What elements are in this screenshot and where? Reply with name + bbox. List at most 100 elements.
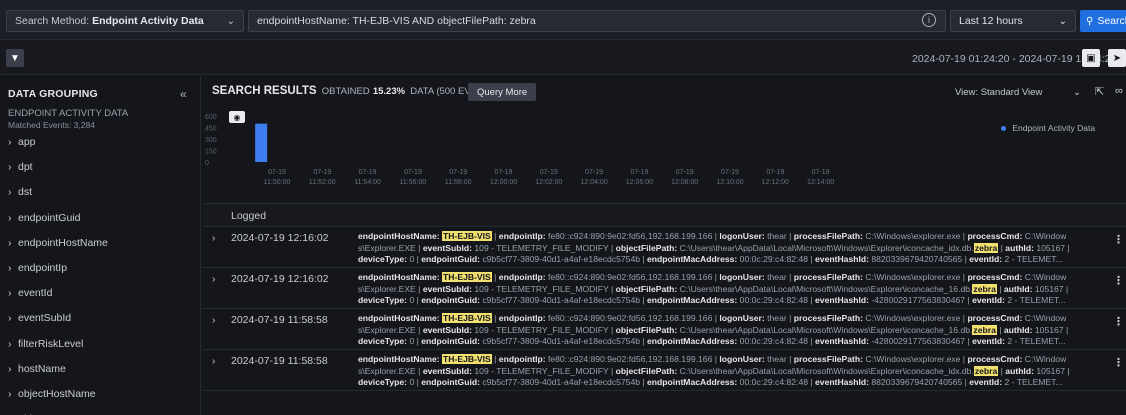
search-icon: ⚲: [1086, 15, 1094, 27]
histogram-svg: 0 150 300 450 600 07-19 11:50:00 07-19 11:52:00 0…: [205, 114, 834, 186]
collapse-sidebar-icon[interactable]: «: [180, 87, 187, 101]
search-highlight: zebra: [972, 283, 997, 294]
sidebar-item-app[interactable]: › app: [8, 136, 36, 148]
row-detail: endpointHostName: TH-EJB-VIS | endpointI…: [358, 231, 1103, 266]
search-method-prefix: Search Method:: [15, 15, 90, 27]
field-key: endpointMacAddress:: [647, 377, 740, 388]
time-range-select[interactable]: Last 12 hours ⌄: [950, 10, 1076, 32]
row-timestamp: 2024-07-19 11:58:58: [231, 314, 328, 326]
link-icon[interactable]: ∞: [1115, 85, 1123, 97]
filter-icon[interactable]: ▼: [6, 49, 24, 67]
field-key: eventSubId:: [422, 365, 475, 376]
query-more-button[interactable]: Query More: [468, 83, 537, 101]
field-key: eventHashId:: [815, 254, 872, 265]
field-value: -4280029177563830467 |: [871, 336, 973, 347]
table-row[interactable]: › 2024-07-19 12:16:02 endpointHostName: TH…: [203, 227, 1126, 268]
x-tick-date: 07-19: [766, 169, 784, 176]
field-value: 109 - TELEMETRY_FILE_MODIFY |: [474, 283, 616, 294]
x-tick-date: 07-19: [630, 169, 648, 176]
search-highlight: TH-EJB-VIS: [442, 272, 492, 282]
sidebar-item-endpointguid[interactable]: › endpointGuid: [8, 212, 80, 224]
expand-row-icon[interactable]: ›: [212, 356, 215, 367]
sidebar-item-filterrisklevel[interactable]: › filterRiskLevel: [8, 338, 83, 350]
y-tick-label: 150: [205, 149, 217, 156]
field-key: endpointMacAddress:: [647, 295, 740, 306]
eye-icon[interactable]: ◉: [229, 111, 245, 123]
toolbar: ▼ 2024-07-19 01:24:20 - 2024-07-19 13:24…: [0, 41, 1126, 75]
expand-row-icon[interactable]: ›: [212, 315, 215, 326]
field-key: endpointGuid:: [421, 336, 483, 347]
table-row[interactable]: › 2024-07-19 11:58:58 endpointHostName: TH…: [203, 350, 1126, 391]
data-grouping-sidebar: DATA GROUPING « ENDPOINT ACTIVITY DATA M…: [0, 76, 201, 415]
search-button[interactable]: ⚲ Search: [1080, 10, 1126, 32]
field-value: c9b5cf77-3809-40d1-a4af-e18ecdc5754b |: [482, 254, 648, 265]
sidebar-item-objecthostname[interactable]: › objectHostName: [8, 388, 96, 400]
sidebar-item-endpointip[interactable]: › endpointIp: [8, 262, 67, 274]
row-detail: endpointHostName: TH-EJB-VIS | endpointI…: [358, 313, 1103, 348]
field-value: C:\Users\thear\AppData\Local\Microsoft\W…: [679, 324, 973, 335]
row-detail-line: endpointHostName: TH-EJB-VIS | endpointI…: [358, 231, 1103, 243]
chevron-right-icon: ›: [8, 337, 12, 350]
chevron-right-icon: ›: [8, 186, 12, 199]
field-key: processFilePath:: [793, 354, 866, 364]
field-key: processFilePath:: [793, 313, 866, 323]
field-value: 109 - TELEMETRY_FILE_MODIFY |: [474, 324, 616, 335]
x-tick-date: 07-19: [585, 169, 603, 176]
y-tick-label: 600: [205, 114, 217, 121]
sidebar-title: DATA GROUPING: [8, 88, 98, 100]
sidebar-item-hostname[interactable]: › hostName: [8, 363, 66, 375]
sidebar-item-label: filterRiskLevel: [18, 337, 84, 350]
sidebar-item-dpt[interactable]: › dpt: [8, 161, 33, 173]
field-value: -4280029177563830467 |: [871, 295, 973, 306]
info-icon[interactable]: i: [922, 13, 936, 27]
histogram-bar[interactable]: [255, 123, 268, 162]
sidebar-item-label: dst: [18, 186, 33, 199]
field-key: objectFilePath:: [615, 365, 680, 376]
sidebar-item-endpointhostname[interactable]: › endpointHostName: [8, 237, 108, 249]
search-method-select[interactable]: Search Method: Endpoint Activity Data ⌄: [6, 10, 244, 32]
logged-column-header: Logged: [203, 203, 1126, 227]
row-detail-line: s\Explorer.EXE | eventSubId: 109 - TELEM…: [358, 283, 1103, 296]
field-key: endpointIp:: [498, 231, 548, 241]
x-tick-time: 12:12:00: [762, 179, 789, 186]
search-bar: Search Method: Endpoint Activity Data ⌄ …: [0, 0, 1126, 40]
x-tick-time: 12:00:00: [490, 179, 517, 186]
field-key: eventHashId:: [815, 336, 872, 347]
x-tick-time: 12:06:00: [626, 179, 653, 186]
field-value: 109 - TELEMETRY_FILE_MODIFY |: [474, 365, 616, 376]
field-key: deviceType:: [358, 295, 410, 306]
table-row[interactable]: › 2024-07-19 11:58:58 endpointHostName: TH…: [203, 309, 1126, 350]
sidebar-item-eventsubid[interactable]: › eventSubId: [8, 312, 71, 324]
more-options-icon[interactable]: ⋮: [1113, 274, 1124, 287]
view-select[interactable]: View: Standard View ⌄: [955, 87, 1081, 98]
save-icon[interactable]: ▣: [1082, 49, 1100, 67]
sidebar-item-dst[interactable]: › dst: [8, 186, 32, 198]
expand-row-icon[interactable]: ›: [212, 274, 215, 285]
sidebar-item-eventid[interactable]: › eventId: [8, 287, 52, 299]
expand-row-icon[interactable]: ›: [212, 233, 215, 244]
field-value: C:\Windows\explorer.exe |: [865, 354, 968, 364]
field-value: 105167 |: [1036, 365, 1070, 376]
more-options-icon[interactable]: ⋮: [1113, 233, 1124, 246]
field-value: 8820339679420740565 |: [871, 254, 970, 265]
sidebar-item-label: endpointIp: [18, 262, 68, 274]
search-query-input[interactable]: endpointHostName: TH-EJB-VIS AND objectF…: [248, 10, 946, 32]
field-key: endpointGuid:: [421, 295, 483, 306]
chevron-down-icon: ⌄: [226, 15, 235, 27]
row-detail: endpointHostName: TH-EJB-VIS | endpointI…: [358, 272, 1103, 307]
pin-icon[interactable]: ➤: [1108, 49, 1126, 67]
results-title: SEARCH RESULTS: [212, 85, 317, 97]
row-detail-line: deviceType: 0 | endpointGuid: c9b5cf77-3…: [358, 295, 1103, 307]
row-detail-line: endpointHostName: TH-EJB-VIS | endpointI…: [358, 313, 1103, 325]
field-key: processCmd:: [967, 231, 1025, 241]
table-row[interactable]: › 2024-07-19 12:16:02 endpointHostName: TH…: [203, 268, 1126, 309]
x-tick-time: 11:54:00: [354, 179, 381, 186]
more-options-icon[interactable]: ⋮: [1113, 356, 1124, 369]
field-key: endpointHostName:: [358, 313, 443, 323]
more-options-icon[interactable]: ⋮: [1113, 315, 1124, 328]
x-tick-time: 11:52:00: [309, 179, 336, 186]
search-results-panel: SEARCH RESULTS OBTAINED 15.23% DATA (500…: [203, 76, 1126, 415]
field-key: eventHashId:: [815, 377, 872, 388]
field-key: eventSubId:: [422, 283, 475, 294]
export-icon[interactable]: ⇱: [1095, 85, 1104, 98]
